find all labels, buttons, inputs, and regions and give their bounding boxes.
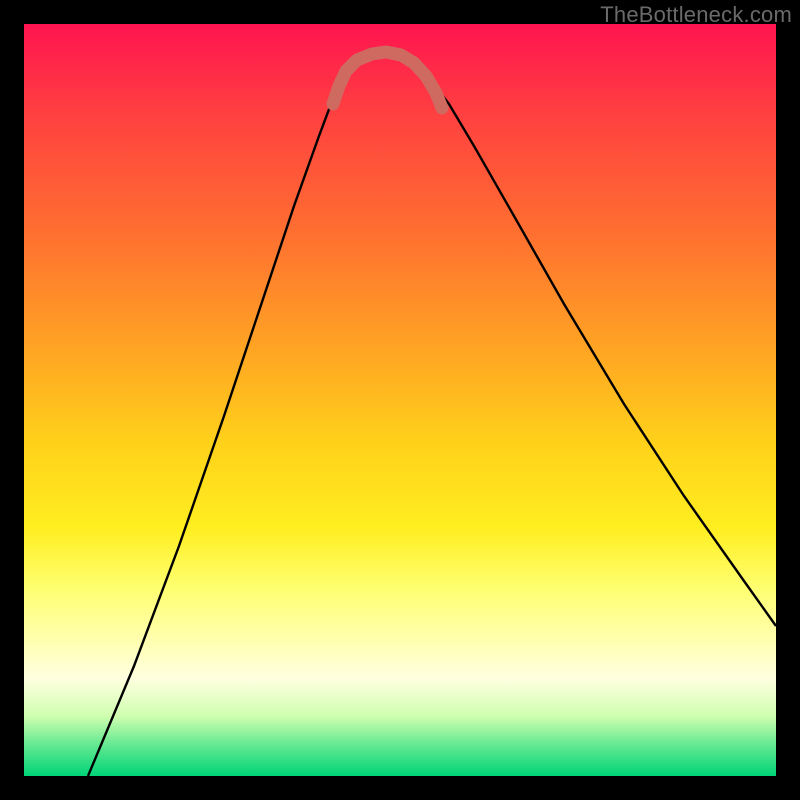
highlight-band — [333, 52, 442, 108]
chart-svg — [24, 24, 776, 776]
chart-area — [24, 24, 776, 776]
bottleneck-curve — [88, 53, 776, 776]
watermark-text: TheBottleneck.com — [600, 2, 792, 28]
